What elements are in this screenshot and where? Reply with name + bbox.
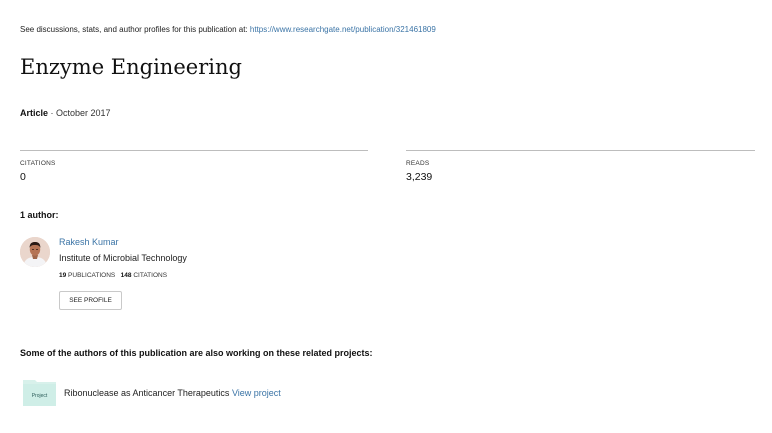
project-icon-label: Project [32, 393, 48, 399]
authors-heading: 1 author: [20, 210, 59, 220]
citations-value: 0 [20, 171, 26, 183]
publication-title: Enzyme Engineering [20, 55, 242, 79]
author-name-link[interactable]: Rakesh Kumar [59, 237, 119, 247]
author-citations-count: 148 [120, 272, 132, 279]
project-title: Ribonuclease as Anticancer Therapeutics [64, 388, 230, 398]
publication-url-link[interactable]: https://www.researchgate.net/publication… [250, 25, 436, 34]
reads-label: READS [406, 160, 430, 167]
publication-meta: Article · October 2017 [20, 108, 111, 118]
reads-value: 3,239 [406, 171, 433, 183]
author-avatar[interactable] [20, 237, 50, 267]
publication-date: · October 2017 [50, 108, 111, 118]
citations-stat: CITATIONS 0 [20, 150, 368, 183]
citations-label: CITATIONS [20, 160, 56, 167]
author-institution: Institute of Microbial Technology [59, 253, 187, 263]
related-projects-heading: Some of the authors of this publication … [20, 348, 373, 358]
publication-type: Article [20, 108, 49, 118]
discussion-notice-text: See discussions, stats, and author profi… [20, 25, 250, 34]
see-profile-button[interactable]: SEE PROFILE [59, 291, 122, 310]
author-stats: 19 PUBLICATIONS 148 CITATIONS [59, 272, 167, 279]
author-publications-count: 19 [59, 272, 67, 279]
project-folder-icon: Project [23, 378, 56, 406]
author-publications-label: PUBLICATIONS [68, 272, 116, 279]
person-photo-icon [20, 237, 50, 267]
author-citations-label: CITATIONS [133, 272, 168, 279]
reads-stat: READS 3,239 [406, 150, 755, 183]
view-project-link[interactable]: View project [232, 388, 281, 398]
project-line: Ribonuclease as Anticancer Therapeutics … [64, 388, 281, 398]
discussion-notice: See discussions, stats, and author profi… [20, 25, 436, 34]
